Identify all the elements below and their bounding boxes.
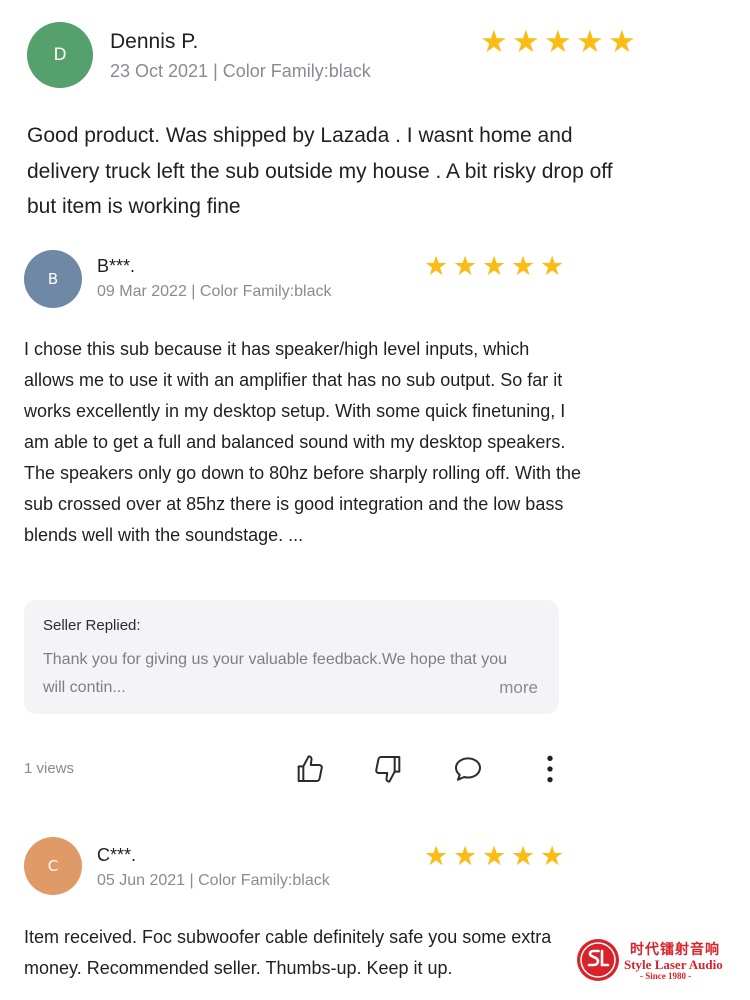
- more-options-button[interactable]: [533, 752, 567, 786]
- reviewer-name: Dennis P.: [110, 30, 199, 53]
- seller-reply-text: Thank you for giving us your valuable fe…: [43, 651, 507, 696]
- star-icon: ★: [453, 841, 478, 871]
- star-icon: ★: [540, 841, 565, 871]
- thumbs-down-icon: [375, 756, 401, 783]
- thumbs-up-icon: [297, 755, 323, 782]
- view-count: 1 views: [24, 760, 75, 777]
- avatar[interactable]: D: [27, 22, 93, 88]
- like-button[interactable]: [293, 752, 327, 786]
- star-icon: ★: [424, 251, 449, 281]
- watermark-since: - Since 1980 -: [640, 971, 692, 981]
- more-vertical-icon: [547, 755, 553, 783]
- dislike-button[interactable]: [371, 752, 405, 786]
- avatar[interactable]: C: [24, 837, 82, 895]
- reviewer-name: B***.: [97, 256, 136, 276]
- star-icon: ★: [576, 24, 604, 59]
- seller-reply-box: Seller Replied: Thank you for giving us …: [24, 600, 559, 714]
- review-text: Good product. Was shipped by Lazada . I …: [27, 124, 613, 218]
- seller-reply-title: Seller Replied:: [43, 617, 141, 634]
- star-icon: ★: [453, 251, 478, 281]
- review-actions: 1 views: [0, 748, 750, 792]
- star-icon: ★: [482, 841, 507, 871]
- star-icon: ★: [608, 24, 636, 59]
- star-icon: ★: [544, 24, 572, 59]
- star-icon: ★: [512, 24, 540, 59]
- review-meta: 23 Oct 2021 | Color Family:black: [110, 61, 371, 81]
- star-icon: ★: [511, 251, 536, 281]
- review-meta: 09 Mar 2022 | Color Family:black: [97, 283, 332, 300]
- star-icon: ★: [482, 251, 507, 281]
- style-laser-audio-logo: [577, 939, 619, 981]
- comment-button[interactable]: [451, 752, 485, 786]
- comment-icon: [455, 757, 481, 781]
- seller-reply-more-link[interactable]: more: [499, 678, 538, 698]
- review-text: Item received. Foc subwoofer cable defin…: [24, 927, 552, 978]
- star-icon: ★: [424, 841, 449, 871]
- star-rating: ★ ★ ★ ★ ★: [480, 26, 640, 57]
- reviewer-name: C***.: [97, 845, 137, 865]
- review-meta: 05 Jun 2021 | Color Family:black: [97, 872, 330, 889]
- star-icon: ★: [480, 24, 508, 59]
- watermark-chinese-name: 时代镭射音响: [630, 942, 720, 958]
- star-icon: ★: [511, 841, 536, 871]
- review-text: I chose this sub because it has speaker/…: [24, 339, 581, 545]
- star-rating: ★ ★ ★ ★ ★: [424, 843, 569, 870]
- watermark: 时代镭射音响 Style Laser Audio - Since 1980 -: [576, 936, 746, 984]
- avatar[interactable]: B: [24, 250, 82, 308]
- star-icon: ★: [540, 251, 565, 281]
- star-rating: ★ ★ ★ ★ ★: [424, 253, 569, 280]
